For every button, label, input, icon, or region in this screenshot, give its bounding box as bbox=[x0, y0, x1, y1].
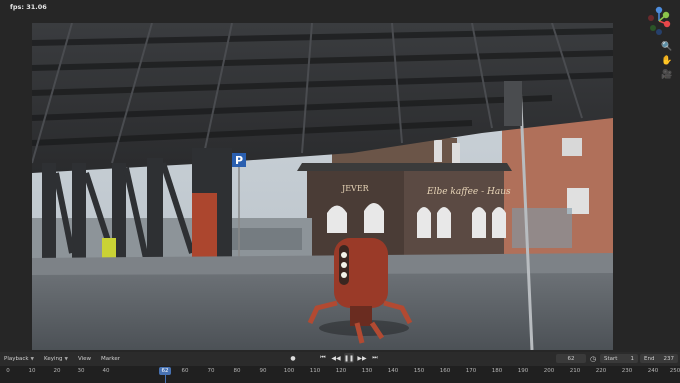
tick-label: 80 bbox=[233, 368, 241, 374]
playhead[interactable] bbox=[165, 375, 166, 383]
tick-label: 20 bbox=[53, 368, 61, 374]
tick-label: 40 bbox=[102, 368, 110, 374]
end-value: 237 bbox=[663, 355, 675, 362]
jump-end-icon[interactable]: ⏭ bbox=[370, 353, 380, 363]
tick-label: 140 bbox=[387, 368, 399, 374]
tick-label: 30 bbox=[77, 368, 85, 374]
chevron-down-icon: ▼ bbox=[64, 356, 68, 362]
start-value: 1 bbox=[630, 355, 635, 362]
tick-label: 90 bbox=[259, 368, 267, 374]
tick-label: 250 bbox=[669, 368, 680, 374]
current-frame-indicator[interactable]: 62 bbox=[159, 367, 171, 375]
tick-label: 160 bbox=[439, 368, 451, 374]
navigation-gizmo[interactable] bbox=[644, 6, 674, 36]
timeline-header: Playback ▼ Keying ▼ View Marker ● ⏮ ◀◀ ❚❚ … bbox=[0, 352, 680, 366]
end-label: End bbox=[644, 355, 655, 362]
3d-viewport[interactable]: fps: 31.06 JEVER Elbe kaffee - Haus P 🔍 … bbox=[0, 0, 680, 352]
tick-label: 220 bbox=[595, 368, 607, 374]
zoom-icon[interactable]: 🔍 bbox=[660, 40, 674, 53]
tick-label: 180 bbox=[491, 368, 503, 374]
camera-icon[interactable]: 🎥 bbox=[660, 68, 674, 81]
start-label: Start bbox=[604, 355, 618, 362]
menu-playback-label: Playback bbox=[4, 356, 29, 362]
tick-label: 190 bbox=[517, 368, 529, 374]
tick-label: 240 bbox=[647, 368, 659, 374]
menu-playback[interactable]: Playback ▼ bbox=[4, 356, 34, 362]
tick-label: 70 bbox=[207, 368, 215, 374]
menu-keying[interactable]: Keying ▼ bbox=[44, 356, 68, 362]
tick-label: 200 bbox=[543, 368, 555, 374]
jump-start-icon[interactable]: ⏮ bbox=[318, 353, 328, 363]
parking-sign: P bbox=[235, 154, 243, 167]
clock-icon[interactable]: ◷ bbox=[590, 355, 596, 363]
tick-label: 130 bbox=[361, 368, 373, 374]
tick-label: 60 bbox=[181, 368, 189, 374]
menu-keying-label: Keying bbox=[44, 356, 63, 362]
jump-keyframe-back-icon[interactable]: ◀◀ bbox=[331, 353, 341, 363]
pause-icon[interactable]: ❚❚ bbox=[344, 353, 354, 363]
menu-view[interactable]: View bbox=[78, 356, 91, 362]
scene-sign-small: JEVER bbox=[341, 184, 370, 193]
menu-marker[interactable]: Marker bbox=[101, 356, 120, 362]
menu-view-label: View bbox=[77, 356, 92, 362]
scene-sign: Elbe kaffee - Haus bbox=[426, 187, 511, 197]
record-icon[interactable]: ● bbox=[288, 353, 298, 363]
menu-marker-label: Marker bbox=[101, 356, 121, 362]
tick-label: 210 bbox=[569, 368, 581, 374]
tick-label: 110 bbox=[309, 368, 321, 374]
tick-label: 170 bbox=[465, 368, 477, 374]
tick-label: 10 bbox=[28, 368, 36, 374]
tick-label: 120 bbox=[335, 368, 347, 374]
fps-counter: fps: 31.06 bbox=[10, 3, 47, 11]
tick-label: 0 bbox=[6, 368, 10, 374]
current-frame-field[interactable]: 62 bbox=[556, 354, 586, 363]
start-frame-field[interactable]: Start 1 bbox=[600, 354, 638, 363]
transport-controls: ● ⏮ ◀◀ ❚❚ ▶▶ ⏭ bbox=[288, 353, 380, 363]
tick-label: 230 bbox=[621, 368, 633, 374]
tick-label: 150 bbox=[413, 368, 425, 374]
timeline-ruler[interactable]: 0 10 20 30 40 60 70 80 90 100 110 120 13… bbox=[0, 366, 680, 383]
hand-pan-icon[interactable]: ✋ bbox=[660, 54, 674, 67]
tick-label: 100 bbox=[283, 368, 295, 374]
end-frame-field[interactable]: End 237 bbox=[640, 354, 678, 363]
jump-keyframe-forward-icon[interactable]: ▶▶ bbox=[357, 353, 367, 363]
rendered-scene: JEVER Elbe kaffee - Haus P bbox=[32, 23, 613, 350]
chevron-down-icon: ▼ bbox=[30, 356, 35, 362]
